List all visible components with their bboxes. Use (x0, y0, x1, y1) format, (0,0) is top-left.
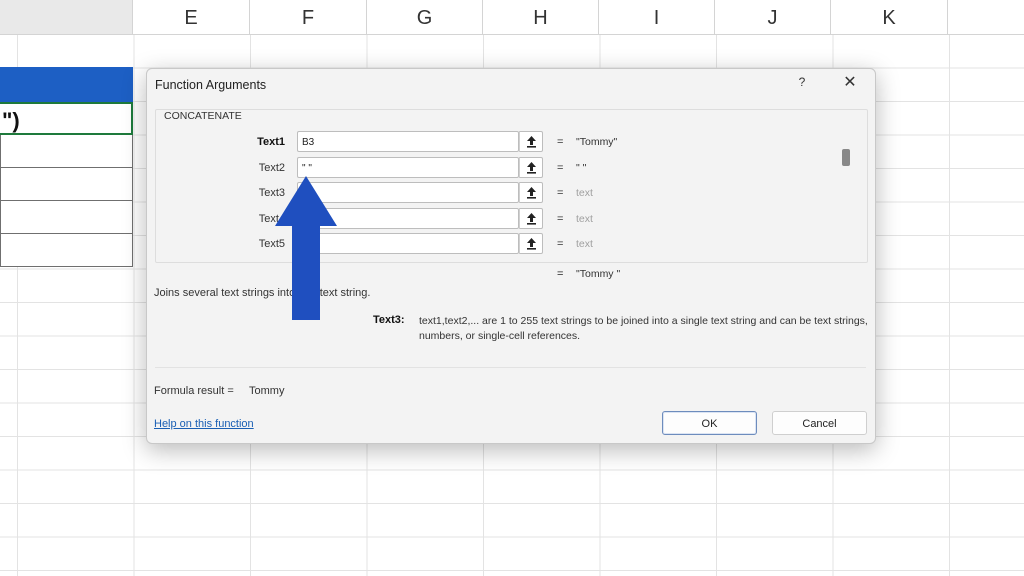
table-cell[interactable] (0, 234, 133, 267)
up-arrow-annotation-icon (275, 176, 337, 320)
equals-sign: = (557, 162, 564, 174)
arg-label-text3: Text3 (258, 187, 285, 199)
collapse-dialog-button[interactable] (519, 157, 543, 178)
arg-label-text4: Text4 (258, 213, 285, 225)
column-header-j[interactable]: J (715, 0, 831, 34)
help-on-function-link[interactable]: Help on this function (154, 418, 254, 430)
collapse-dialog-button[interactable] (519, 233, 543, 254)
upload-arrow-icon (527, 238, 536, 250)
column-header-row: E F G H I J K (0, 0, 1024, 35)
arg-result-text1: "Tommy" (576, 136, 618, 148)
help-button[interactable]: ? (795, 75, 809, 89)
arg-label-text1: Text1 (257, 136, 285, 148)
table-cell[interactable] (0, 168, 133, 201)
equals-sign: = (557, 187, 564, 199)
cancel-button[interactable]: Cancel (772, 411, 867, 435)
arguments-scrollbar[interactable] (839, 147, 853, 257)
function-name-label: CONCATENATE (163, 110, 243, 122)
upload-arrow-icon (527, 187, 536, 199)
overall-result: "Tommy " (576, 268, 621, 280)
scrollbar-thumb[interactable] (842, 149, 850, 166)
formula-result-value: Tommy (249, 385, 285, 397)
equals-sign: = (557, 213, 564, 225)
arg-label-text5: Text5 (258, 238, 285, 250)
collapse-dialog-button[interactable] (519, 182, 543, 203)
column-header-g[interactable]: G (367, 0, 483, 34)
arg-result-text3: text (576, 187, 593, 199)
column-header-h[interactable]: H (483, 0, 599, 34)
upload-arrow-icon (527, 213, 536, 225)
function-arguments-dialog: Function Arguments ? ✕ CONCATENATE Text1… (146, 68, 876, 444)
arg-label-text2: Text2 (258, 162, 285, 174)
arg-result-text5: text (576, 238, 593, 250)
collapse-dialog-button[interactable] (519, 131, 543, 152)
arg-description-name: Text3: (373, 314, 405, 326)
divider (155, 367, 866, 368)
collapse-dialog-button[interactable] (519, 208, 543, 229)
upload-arrow-icon (527, 136, 536, 148)
ok-button[interactable]: OK (662, 411, 757, 435)
active-cell[interactable]: ") (0, 102, 133, 135)
table-cell[interactable] (0, 201, 133, 234)
equals-sign: = (557, 238, 564, 250)
column-header-e[interactable]: E (133, 0, 250, 34)
arg-result-text2: " " (576, 162, 587, 174)
dialog-title: Function Arguments (155, 78, 267, 92)
column-header-i[interactable]: I (599, 0, 715, 34)
column-header-k[interactable]: K (831, 0, 948, 34)
close-icon[interactable]: ✕ (839, 72, 861, 94)
equals-sign: = (557, 136, 564, 148)
equals-sign: = (557, 268, 564, 280)
arg-input-text2[interactable]: " " (297, 157, 519, 178)
upload-arrow-icon (527, 162, 536, 174)
column-header-f[interactable]: F (250, 0, 367, 34)
formula-result-label: Formula result = (154, 385, 234, 397)
arg-result-text4: text (576, 213, 593, 225)
arg-input-text1[interactable]: B3 (297, 131, 519, 152)
data-table: ") (0, 67, 133, 267)
table-cell[interactable] (0, 135, 133, 168)
column-header-d[interactable] (0, 0, 133, 34)
arg-description-text: text1,text2,... are 1 to 255 text string… (419, 315, 868, 342)
table-header-cell[interactable] (0, 67, 133, 102)
